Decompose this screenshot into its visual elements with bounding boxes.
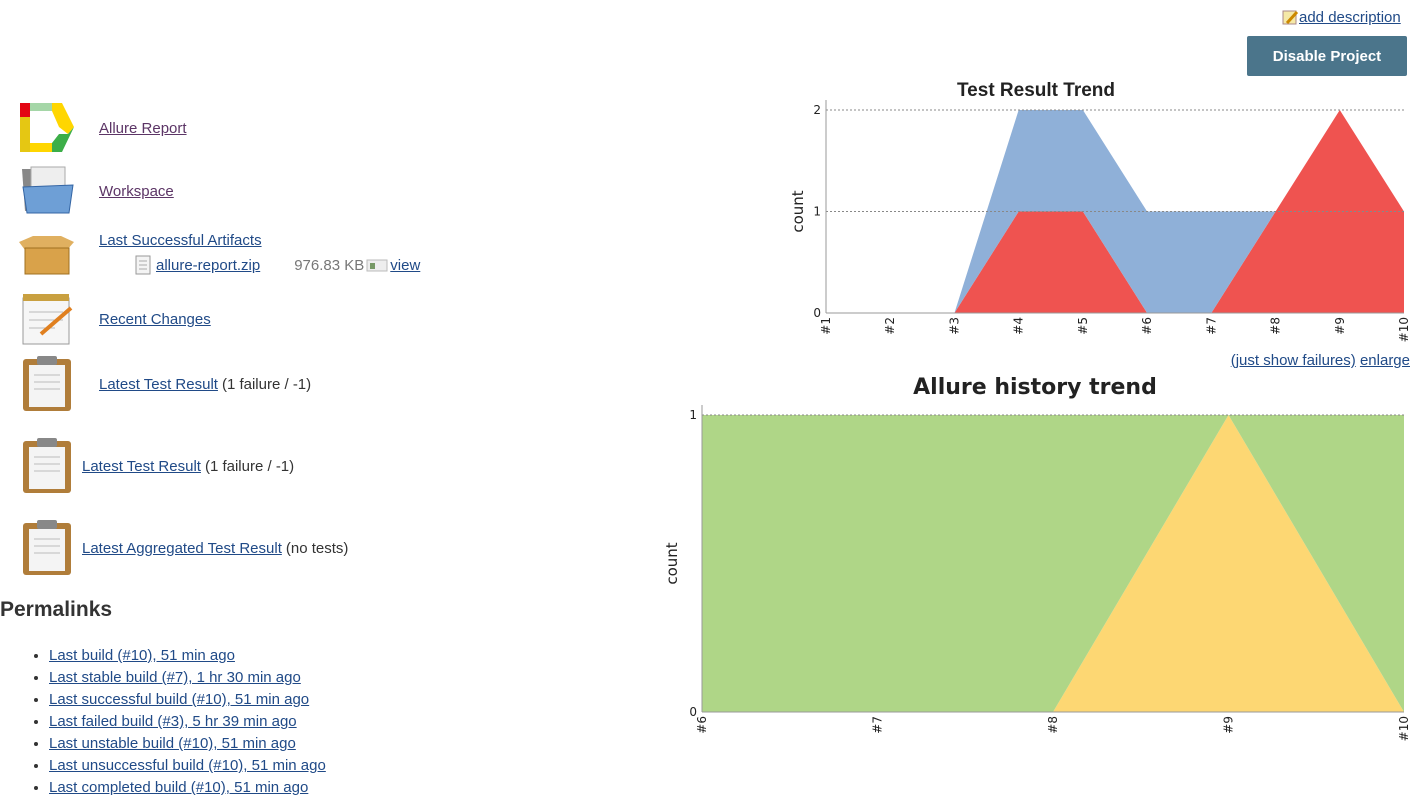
y-axis-label: count xyxy=(789,190,807,232)
just-show-failures-link[interactable]: (just show failures) xyxy=(1231,352,1356,369)
x-tick-label: #7 xyxy=(871,716,885,734)
permalink-item: Last build (#10), 51 min ago xyxy=(49,645,326,667)
permalink-link[interactable]: Last failed build (#3), 5 hr 39 min ago xyxy=(49,713,297,730)
permalink-item: Last failed build (#3), 5 hr 39 min ago xyxy=(49,711,326,733)
package-icon xyxy=(19,236,74,275)
x-tick-label: #10 xyxy=(1397,317,1411,342)
y-tick-label: 1 xyxy=(813,205,821,219)
artifact-view-link[interactable]: view xyxy=(390,257,420,274)
file-icon xyxy=(135,255,151,275)
permalink-item: Last unsuccessful build (#10), 51 min ag… xyxy=(49,755,326,777)
task-recent-changes[interactable]: Recent Changes xyxy=(19,292,211,346)
x-tick-label: #6 xyxy=(1140,317,1154,335)
task-link[interactable]: Workspace xyxy=(99,183,174,200)
x-tick-label: #7 xyxy=(1204,317,1218,335)
x-tick-label: #8 xyxy=(1046,716,1060,734)
x-tick-label: #9 xyxy=(1333,317,1347,335)
permalinks-heading: Permalinks xyxy=(0,598,113,621)
permalink-link[interactable]: Last build (#10), 51 min ago xyxy=(49,647,235,664)
allure-history-trend-chart[interactable]: Allure history trend01#6 #7 #8 #9 #10count xyxy=(660,370,1420,750)
permalink-item: Last completed build (#10), 51 min ago xyxy=(49,777,326,799)
artifact-link[interactable]: allure-report.zip xyxy=(156,257,260,274)
test-result-trend-chart[interactable]: Test Result Trend012#1 #2 #3 #4 #5 #6 #7 #8 #9 #1… xyxy=(780,75,1420,350)
edit-note-icon xyxy=(1282,10,1299,25)
x-tick-label: #2 xyxy=(883,317,897,335)
task-suffix: (1 failure / -1) xyxy=(221,375,312,393)
task-suffix: (no tests) xyxy=(285,539,349,557)
x-tick-label: #8 xyxy=(1269,317,1283,335)
task-link[interactable]: Recent Changes xyxy=(99,311,211,328)
x-tick-label: #9 xyxy=(1222,716,1236,734)
permalink-link[interactable]: Last completed build (#10), 51 min ago xyxy=(49,779,308,796)
permalink-link[interactable]: Last unstable build (#10), 51 min ago xyxy=(49,735,296,752)
y-axis-label: count xyxy=(663,542,681,584)
clipboard-icon xyxy=(23,520,71,575)
trend-links: (just show failures) enlarge xyxy=(1231,352,1410,369)
task-latest-test-result-2[interactable]: Latest Test Result (1 failure / -1) xyxy=(19,437,294,495)
task-link[interactable]: Last Successful Artifacts xyxy=(99,232,262,249)
clipboard-icon xyxy=(23,438,71,493)
notepad-icon xyxy=(22,294,73,345)
add-description-text[interactable]: add description xyxy=(1299,9,1401,26)
view-icon xyxy=(366,259,388,272)
x-tick-label: #1 xyxy=(819,317,833,335)
x-tick-label: #6 xyxy=(695,716,709,734)
add-description-link[interactable]: add description xyxy=(1281,8,1401,26)
chart-title: Allure history trend xyxy=(913,375,1157,400)
chart-title: Test Result Trend xyxy=(957,80,1115,101)
x-tick-label: #3 xyxy=(947,317,961,335)
x-tick-label: #5 xyxy=(1076,317,1090,335)
folder-icon xyxy=(22,166,74,214)
clipboard-icon xyxy=(23,356,71,411)
task-link[interactable]: Latest Aggregated Test Result xyxy=(82,540,282,557)
task-workspace[interactable]: Workspace xyxy=(19,165,174,217)
permalinks-list: Last build (#10), 51 min ago Last stable… xyxy=(30,645,326,799)
x-tick-label: #10 xyxy=(1397,716,1411,741)
y-tick-label: 1 xyxy=(689,408,697,422)
enlarge-link[interactable]: enlarge xyxy=(1360,352,1410,369)
allure-logo-icon xyxy=(20,103,74,152)
y-tick-label: 2 xyxy=(813,103,821,117)
disable-project-button[interactable]: Disable Project xyxy=(1247,36,1407,76)
permalink-item: Last unstable build (#10), 51 min ago xyxy=(49,733,326,755)
task-link[interactable]: Allure Report xyxy=(99,120,187,137)
task-suffix: (1 failure / -1) xyxy=(204,457,295,475)
task-link[interactable]: Latest Test Result xyxy=(99,376,218,393)
task-link[interactable]: Latest Test Result xyxy=(82,458,201,475)
permalink-link[interactable]: Last unsuccessful build (#10), 51 min ag… xyxy=(49,757,326,774)
artifact-size: 976.83 KB xyxy=(294,256,365,274)
task-latest-aggregated-test-result[interactable]: Latest Aggregated Test Result (no tests) xyxy=(19,519,348,577)
permalink-link[interactable]: Last stable build (#7), 1 hr 30 min ago xyxy=(49,669,301,686)
permalink-link[interactable]: Last successful build (#10), 51 min ago xyxy=(49,691,309,708)
task-latest-test-result[interactable]: Latest Test Result (1 failure / -1) xyxy=(19,355,311,413)
permalink-item: Last stable build (#7), 1 hr 30 min ago xyxy=(49,667,326,689)
x-tick-label: #4 xyxy=(1012,317,1026,335)
task-last-successful-artifacts[interactable]: Last Successful Artifacts allure-report.… xyxy=(17,232,420,278)
permalink-item: Last successful build (#10), 51 min ago xyxy=(49,689,326,711)
task-allure-report[interactable]: Allure Report xyxy=(19,102,187,154)
